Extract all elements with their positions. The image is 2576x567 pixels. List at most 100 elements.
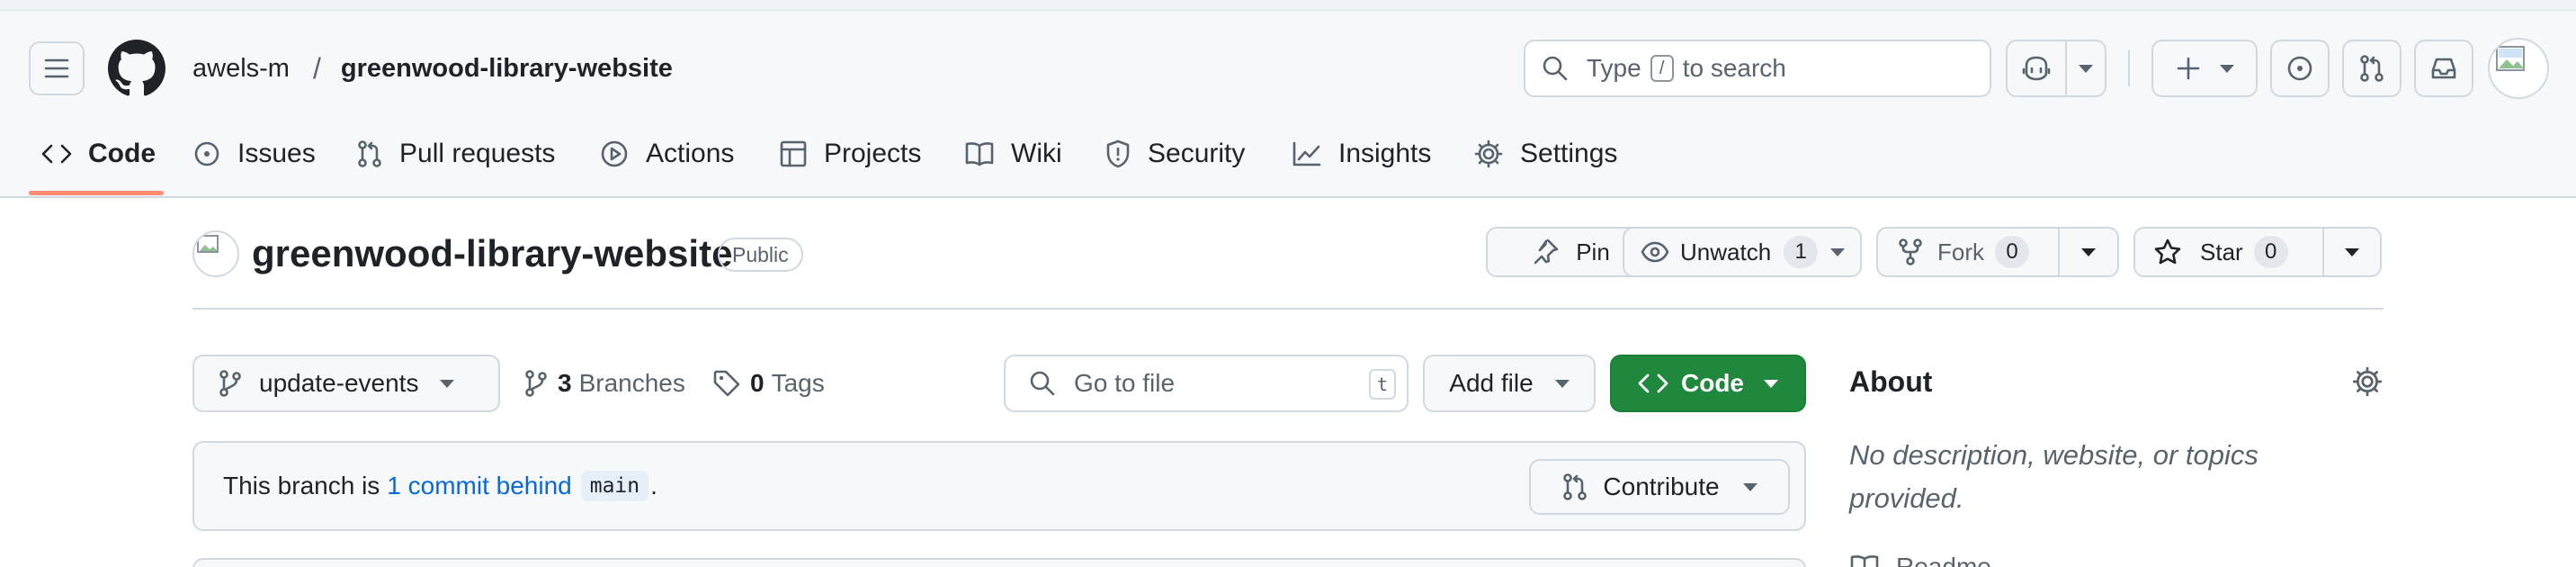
tab-pull-requests-label: Pull requests — [399, 139, 556, 168]
repo-link[interactable]: greenwood-library-website — [341, 54, 673, 84]
unwatch-label: Unwatch — [1680, 238, 1772, 266]
book-icon — [965, 142, 994, 166]
your-issues-button[interactable] — [2270, 40, 2330, 97]
about-description: No description, website, or topics provi… — [1849, 439, 2258, 514]
tab-settings-label: Settings — [1520, 139, 1618, 168]
add-file-label: Add file — [1449, 369, 1534, 397]
fork-dropdown[interactable] — [2060, 248, 2117, 256]
copilot-main[interactable] — [2008, 41, 2067, 95]
notifications-button[interactable] — [2414, 40, 2473, 97]
tab-code[interactable]: Code — [41, 126, 156, 182]
tab-issues-label: Issues — [237, 139, 316, 168]
commits-behind-link[interactable]: 1 commit behind — [387, 472, 571, 500]
tab-insights[interactable]: Insights — [1292, 126, 1431, 182]
owner-avatar[interactable] — [192, 230, 239, 277]
tab-pull-requests[interactable]: Pull requests — [356, 126, 555, 182]
top-strip — [0, 0, 2576, 11]
breadcrumb: awels-m / greenwood-library-website — [192, 50, 673, 86]
search-input[interactable]: Type / to search — [1524, 40, 1991, 97]
copilot-button[interactable] — [2006, 40, 2106, 97]
contribute-button[interactable]: Contribute — [1529, 459, 1790, 515]
search-icon — [1543, 56, 1568, 81]
tags-link[interactable]: 0 Tags — [712, 364, 825, 403]
plus-icon — [2177, 57, 2200, 80]
tab-security[interactable]: Security — [1105, 126, 1245, 182]
chevron-down-icon — [1742, 482, 1758, 491]
shield-icon — [1106, 140, 1130, 168]
tab-actions[interactable]: Actions — [599, 126, 734, 182]
file-list-box — [192, 558, 1806, 567]
breadcrumb-separator: / — [312, 51, 321, 85]
tab-wiki[interactable]: Wiki — [964, 126, 1062, 182]
chevron-down-icon — [2079, 64, 2093, 73]
code-icon — [1638, 374, 1668, 393]
tag-icon — [713, 370, 740, 397]
about-heading: About — [1849, 365, 1933, 398]
code-button[interactable]: Code — [1610, 355, 1806, 412]
issue-opened-icon — [2287, 56, 2312, 81]
fork-main[interactable]: Fork 0 — [1878, 229, 2060, 275]
star-dropdown[interactable] — [2324, 248, 2380, 256]
tab-actions-label: Actions — [646, 139, 735, 168]
book-icon — [1850, 555, 1879, 567]
graph-icon — [1292, 141, 1321, 166]
branch-status-suffix: . — [650, 472, 657, 500]
branches-link[interactable]: 3 Branches — [523, 364, 685, 403]
copilot-icon — [2022, 56, 2051, 81]
readme-label: Readme — [1896, 553, 1991, 567]
chevron-down-icon — [1830, 248, 1846, 256]
global-header: awels-m / greenwood-library-website Type… — [0, 0, 2576, 198]
chevron-down-icon — [2220, 64, 2234, 73]
go-to-file-input[interactable]: Go to file t — [1004, 355, 1409, 412]
go-to-file-shortcut-key: t — [1369, 369, 1396, 400]
tab-projects[interactable]: Projects — [779, 126, 921, 182]
fork-counter: 0 — [1995, 236, 2029, 268]
contribute-label: Contribute — [1603, 472, 1720, 500]
eye-icon — [1641, 241, 1669, 263]
hamburger-icon — [44, 58, 69, 78]
chevron-down-icon — [1764, 379, 1778, 388]
user-avatar[interactable] — [2488, 38, 2549, 99]
issue-opened-icon — [194, 141, 219, 166]
repo-forked-icon — [1899, 238, 1922, 266]
fork-button[interactable]: Fork 0 — [1876, 227, 2119, 277]
github-logo[interactable] — [108, 40, 165, 97]
tab-issues[interactable]: Issues — [192, 126, 316, 182]
visibility-badge: Public — [718, 238, 803, 272]
unwatch-button[interactable]: Unwatch 1 — [1623, 227, 1862, 277]
tab-settings[interactable]: Settings — [1473, 126, 1617, 182]
readme-link[interactable]: Readme — [1849, 549, 1991, 567]
star-button[interactable]: Star 0 — [2133, 227, 2382, 277]
add-file-button[interactable]: Add file — [1423, 355, 1596, 412]
fork-label: Fork — [1937, 238, 1984, 266]
git-branch-icon — [525, 370, 547, 397]
github-mark-icon — [108, 40, 165, 96]
git-pull-request-icon — [358, 140, 381, 167]
copilot-dropdown[interactable] — [2067, 64, 2105, 73]
create-new-button[interactable] — [2151, 40, 2258, 97]
title-divider — [192, 308, 2384, 310]
code-icon — [41, 144, 72, 164]
watch-counter: 1 — [1784, 236, 1819, 268]
about-settings-button[interactable] — [2351, 365, 2384, 398]
pin-icon — [1534, 238, 1559, 265]
star-main[interactable]: Star 0 — [2135, 229, 2324, 275]
tab-security-label: Security — [1148, 139, 1246, 168]
broken-image-icon — [2496, 46, 2525, 71]
your-pull-requests-button[interactable] — [2342, 40, 2402, 97]
play-icon — [601, 140, 628, 167]
repo-title[interactable]: greenwood-library-website — [252, 232, 732, 275]
owner-link[interactable]: awels-m — [192, 54, 290, 84]
git-branch-icon — [219, 370, 241, 397]
branch-selector[interactable]: update-events — [192, 355, 500, 412]
star-counter: 0 — [2253, 236, 2288, 268]
pin-label: Pin — [1576, 238, 1610, 266]
base-branch-label[interactable]: main — [580, 471, 649, 501]
search-icon — [1030, 371, 1055, 396]
git-pull-request-icon — [1563, 473, 1588, 500]
git-pull-request-icon — [2360, 55, 2384, 82]
search-shortcut-key: / — [1650, 55, 1674, 82]
menu-button[interactable] — [29, 41, 85, 95]
search-prefix: Type — [1587, 54, 1641, 82]
chevron-down-icon — [440, 379, 455, 388]
